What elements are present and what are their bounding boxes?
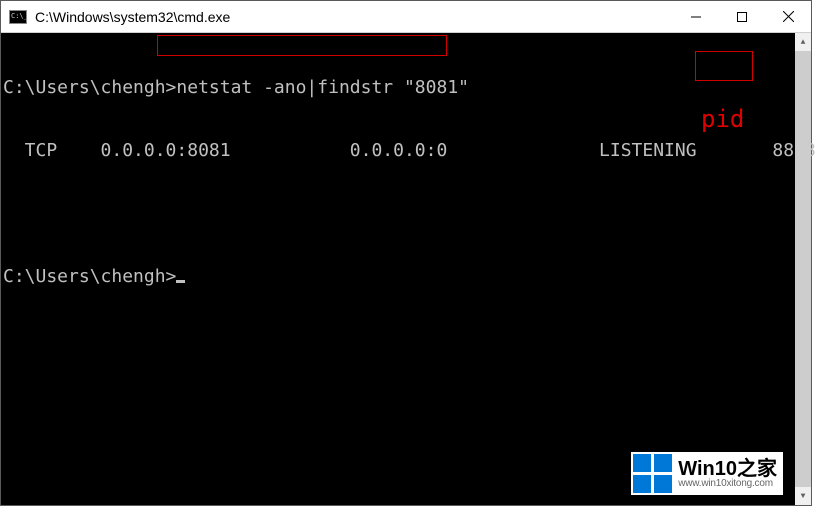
vertical-scrollbar[interactable]: ▲ ▼ (795, 33, 811, 505)
command-highlight-box (157, 35, 447, 56)
cursor (176, 280, 185, 283)
watermark-text: Win10之家 www.win10xitong.com (678, 459, 777, 489)
watermark-url: www.win10xitong.com (678, 479, 777, 489)
watermark-title: Win10之家 (678, 459, 777, 479)
command-line: C:\Users\chengh>netstat -ano|findstr "80… (3, 77, 795, 98)
prompt: C:\Users\chengh> (3, 77, 176, 98)
command-text: netstat -ano|findstr "8081" (176, 77, 469, 98)
blank-line (3, 203, 795, 224)
watermark: Win10之家 www.win10xitong.com (631, 452, 783, 495)
cmd-window: C:\Windows\system32\cmd.exe C:\Users\che… (0, 0, 812, 506)
cmd-icon (9, 10, 27, 24)
scrollbar-thumb[interactable] (795, 51, 811, 487)
scroll-up-button[interactable]: ▲ (795, 33, 811, 51)
close-button[interactable] (765, 1, 811, 32)
terminal-area[interactable]: C:\Users\chengh>netstat -ano|findstr "80… (1, 33, 795, 505)
titlebar[interactable]: C:\Windows\system32\cmd.exe (1, 1, 811, 33)
prompt-line: C:\Users\chengh> (3, 266, 795, 287)
pid-annotation: pid (701, 109, 744, 130)
prompt: C:\Users\chengh> (3, 266, 176, 287)
maximize-button[interactable] (719, 1, 765, 32)
scroll-down-button[interactable]: ▼ (795, 487, 811, 505)
minimize-button[interactable] (673, 1, 719, 32)
windows-logo-icon (633, 454, 672, 493)
window-title: C:\Windows\system32\cmd.exe (35, 9, 673, 25)
window-controls (673, 1, 811, 32)
output-line: TCP 0.0.0.0:8081 0.0.0.0:0 LISTENING 880… (3, 140, 795, 161)
